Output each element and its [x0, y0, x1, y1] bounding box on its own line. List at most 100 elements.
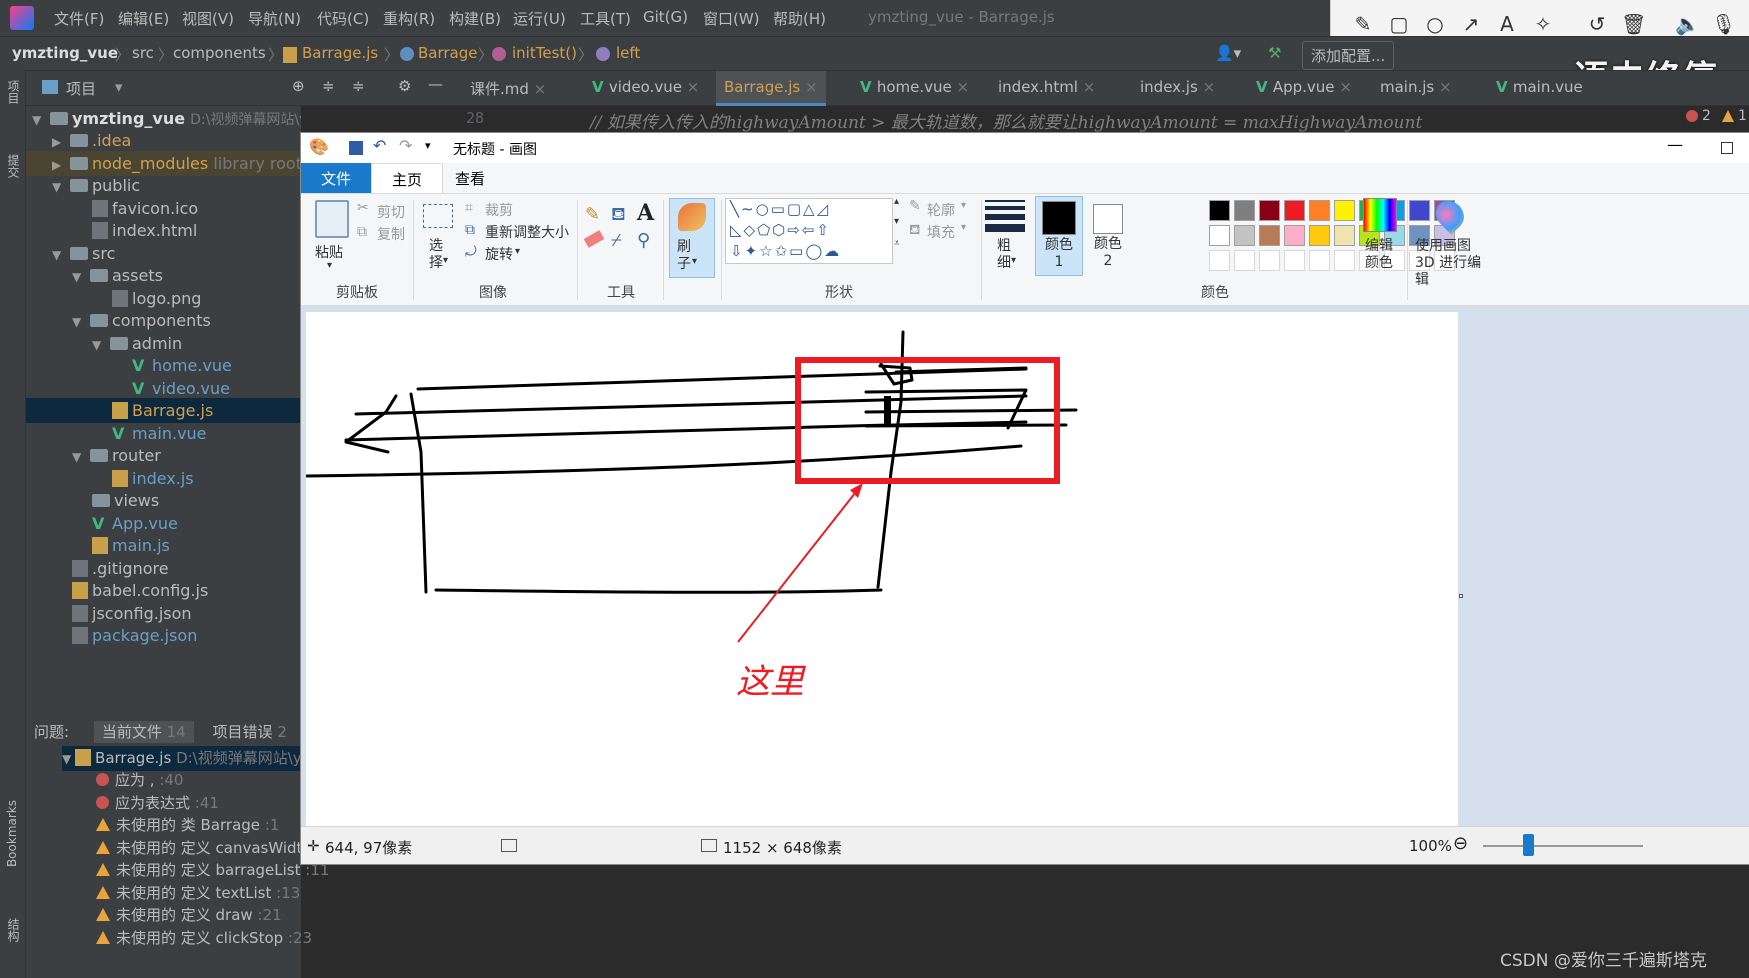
menu-git[interactable]: Git(G) [643, 8, 688, 26]
chevron-down-icon[interactable]: ▼ [92, 333, 110, 358]
palette-swatch[interactable] [1284, 225, 1305, 246]
breadcrumb-file[interactable]: Barrage.js [302, 44, 378, 62]
chevron-down-icon[interactable]: ▾ [443, 255, 448, 266]
copy-button[interactable]: 复制 [377, 224, 405, 244]
maximize-icon[interactable] [1721, 142, 1733, 154]
save-icon[interactable] [349, 141, 363, 155]
tool-bookmarks[interactable]: Bookmarks [5, 800, 19, 867]
tab-file[interactable]: 文件 [301, 163, 371, 193]
chevron-down-icon[interactable]: ▼ [72, 310, 90, 335]
redo-icon[interactable]: ↷ [399, 136, 412, 155]
tree-node-index-html[interactable]: index.html [92, 218, 197, 243]
code-editor[interactable]: 28 // 如果传入传入的highwayAmount > 最大轨道数，那么就要让… [450, 106, 1749, 133]
problem-item[interactable]: 未使用的 定义 barrageList :11 [96, 858, 329, 883]
zoom-slider-thumb[interactable] [1523, 834, 1534, 856]
resize-button[interactable]: 重新调整大小 [485, 222, 569, 242]
tab-home[interactable]: 主页 [371, 163, 444, 193]
tab-project-errors[interactable]: 项目错误 2 [213, 723, 287, 741]
arrow-icon[interactable]: ↗ [1459, 12, 1483, 36]
zoom-out-icon[interactable]: ⊖ [1453, 833, 1468, 854]
tree-node-main-js[interactable]: main.js [92, 533, 170, 558]
tool-commit[interactable]: 提交 [5, 154, 22, 178]
menu-file[interactable]: 文件(F) [54, 8, 104, 29]
chevron-down-icon[interactable]: ▼ [72, 445, 90, 470]
select-rect-icon[interactable] [423, 204, 453, 228]
tree-node-barrage-js[interactable]: Barrage.js [26, 398, 301, 423]
target-icon[interactable]: ⊕ [292, 77, 305, 95]
palette-swatch[interactable] [1209, 225, 1230, 246]
project-view-icon[interactable] [42, 80, 58, 94]
palette-swatch[interactable] [1409, 200, 1430, 221]
text-tool-icon[interactable]: A [637, 200, 654, 226]
palette-swatch[interactable] [1284, 200, 1305, 221]
crop-button[interactable]: 裁剪 [485, 200, 513, 220]
tree-node-views[interactable]: views [92, 488, 159, 513]
close-icon[interactable]: × [1439, 78, 1452, 96]
close-icon[interactable]: × [687, 78, 700, 96]
expand-all-icon[interactable]: ≑ [322, 77, 335, 95]
menu-view[interactable]: 视图(V) [182, 8, 234, 29]
tree-node-package-json[interactable]: package.json [72, 623, 197, 648]
gear-icon[interactable]: ⚙ [398, 77, 411, 95]
tab-courseware-md[interactable]: 课件.md × [462, 71, 554, 106]
tab-view[interactable]: 查看 [435, 163, 505, 193]
chevron-down-icon[interactable]: ▼ [52, 175, 70, 200]
menu-window[interactable]: 窗口(W) [703, 8, 760, 29]
breadcrumb-class[interactable]: Barrage [418, 44, 478, 62]
drawing-canvas[interactable]: 这里 [306, 312, 1458, 826]
tree-node-babel-config[interactable]: babel.config.js [72, 578, 208, 603]
fill-button[interactable]: 填充 [927, 222, 955, 242]
rectangle-icon[interactable]: ▢ [1387, 12, 1411, 36]
problem-item[interactable]: 应为 , :40 [96, 768, 183, 793]
collapse-all-icon[interactable]: ≑ [352, 77, 365, 95]
tab-main-vue[interactable]: V main.vue [1488, 71, 1591, 106]
tree-node-idea[interactable]: ▶ .idea [52, 128, 131, 153]
chevron-down-icon[interactable]: ▼ [62, 752, 75, 766]
menu-run[interactable]: 运行(U) [513, 8, 566, 29]
breadcrumb-property[interactable]: left [616, 44, 640, 62]
pencil-icon[interactable]: ✎ [585, 204, 600, 225]
trash-icon[interactable]: 🗑 [1621, 12, 1646, 36]
palette-swatch[interactable] [1234, 250, 1255, 271]
chevron-down-icon[interactable]: ▼ [72, 265, 90, 290]
chevron-down-icon[interactable]: ▼ [32, 108, 50, 133]
menu-code[interactable]: 代码(C) [317, 8, 369, 29]
eraser-icon[interactable] [583, 230, 605, 248]
chevron-down-icon[interactable]: ▼ [52, 243, 70, 268]
color2-button[interactable]: 颜色 2 [1085, 196, 1133, 276]
fill-bucket-icon[interactable]: ⛾ [611, 204, 626, 228]
tree-node-home-vue[interactable]: Vhome.vue [132, 353, 232, 378]
tool-structure[interactable]: 结构 [5, 918, 22, 942]
palette-swatch[interactable] [1334, 250, 1355, 271]
menu-build[interactable]: 构建(B) [449, 8, 501, 29]
palette-swatch[interactable] [1334, 200, 1355, 221]
tab-index-html[interactable]: index.html × [990, 71, 1103, 106]
minimize-icon[interactable]: — [428, 75, 443, 93]
zoom-slider-track[interactable] [1483, 845, 1643, 847]
text-icon[interactable]: A [1495, 12, 1519, 36]
warning-indicator-icon[interactable] [1722, 110, 1734, 122]
add-config-button[interactable]: 添加配置... [1302, 41, 1395, 70]
chevron-down-icon[interactable]: ▾ [515, 246, 520, 257]
menu-tools[interactable]: 工具(T) [580, 8, 631, 29]
canvas-resize-handle[interactable] [1459, 594, 1463, 598]
chevron-down-icon[interactable]: ▾ [1011, 255, 1016, 266]
tab-video-vue[interactable]: V video.vue × [584, 71, 707, 106]
cut-button[interactable]: 剪切 [377, 202, 405, 222]
palette-swatch[interactable] [1259, 200, 1280, 221]
color1-button[interactable]: 颜色 1 [1035, 196, 1083, 276]
close-icon[interactable]: × [957, 78, 970, 96]
palette-swatch[interactable] [1234, 200, 1255, 221]
speaker-icon[interactable]: 🔈 [1675, 12, 1700, 36]
tab-home-vue[interactable]: V home.vue × [852, 71, 977, 106]
scroll-up-icon[interactable]: ▴ [894, 196, 899, 207]
palette-swatch[interactable] [1209, 250, 1230, 271]
close-icon[interactable]: × [534, 80, 547, 98]
breadcrumb-project[interactable]: ymzting_vue [12, 44, 118, 62]
chevron-down-icon[interactable]: ▾ [327, 260, 332, 271]
tree-node-components[interactable]: ▼ components [72, 308, 211, 333]
rotate-button[interactable]: 旋转 [485, 244, 513, 264]
palette-swatch[interactable] [1309, 250, 1330, 271]
tab-main-js[interactable]: main.js × [1372, 71, 1460, 106]
breadcrumb-src[interactable]: src [132, 44, 154, 62]
